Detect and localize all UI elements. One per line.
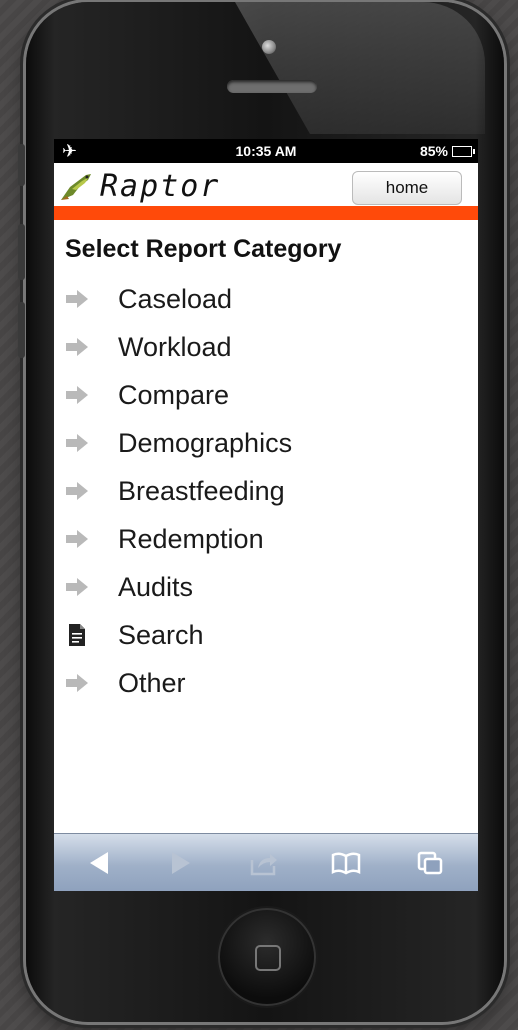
home-button[interactable]: home <box>352 171 462 205</box>
status-bar: ✈ 10:35 AM 85% <box>54 139 478 163</box>
document-icon <box>69 624 85 646</box>
arrow-right-icon <box>66 434 88 452</box>
menu-item-other[interactable]: Other <box>54 659 478 707</box>
menu-item-workload[interactable]: Workload <box>54 323 478 371</box>
earpiece-speaker <box>227 80 317 93</box>
menu-item-label: Demographics <box>118 428 293 458</box>
screen: ✈ 10:35 AM 85% Raptor home Select Report… <box>54 139 478 891</box>
forward-icon[interactable] <box>164 848 196 878</box>
battery-indicator: 85% <box>419 139 475 163</box>
menu-item-breastfeeding[interactable]: Breastfeeding <box>54 467 478 515</box>
share-icon[interactable] <box>248 848 280 878</box>
menu-item-label: Breastfeeding <box>118 476 285 506</box>
battery-icon <box>452 145 475 157</box>
arrow-right-icon <box>66 290 88 308</box>
battery-percent: 85% <box>419 143 448 159</box>
back-icon[interactable] <box>84 848 116 878</box>
mute-switch <box>18 144 25 186</box>
logo-text: Raptor <box>100 169 221 204</box>
raptor-logo: Raptor <box>58 169 220 204</box>
arrow-right-icon <box>66 386 88 404</box>
front-camera <box>262 40 276 54</box>
status-time: 10:35 AM <box>235 143 297 159</box>
menu-item-label: Workload <box>118 332 232 362</box>
arrow-right-icon <box>66 338 88 356</box>
menu-item-label: Audits <box>118 572 194 602</box>
menu-item-label: Redemption <box>118 524 264 554</box>
bird-logo-icon <box>61 173 91 200</box>
arrow-right-icon <box>66 578 88 596</box>
menu-item-label: Caseload <box>118 284 233 314</box>
browser-toolbar <box>54 833 478 891</box>
arrow-right-icon <box>66 530 88 548</box>
menu-item-demographics[interactable]: Demographics <box>54 419 478 467</box>
menu-item-compare[interactable]: Compare <box>54 371 478 419</box>
tabs-icon[interactable] <box>414 848 446 878</box>
menu-item-audits[interactable]: Audits <box>54 563 478 611</box>
hardware-home-button[interactable] <box>218 908 316 1006</box>
menu-item-label: Compare <box>118 380 230 410</box>
menu-item-redemption[interactable]: Redemption <box>54 515 478 563</box>
menu-item-caseload[interactable]: Caseload <box>54 275 478 323</box>
home-square-icon <box>255 945 281 971</box>
volume-up-button <box>18 224 25 280</box>
arrow-right-icon <box>66 482 88 500</box>
volume-down-button <box>18 302 25 358</box>
page-title: Select Report Category <box>65 235 342 263</box>
header-accent-bar <box>54 206 478 220</box>
bookmarks-icon[interactable] <box>330 848 362 878</box>
menu-item-search[interactable]: Search <box>54 611 478 659</box>
menu-item-label: Search <box>118 620 204 650</box>
report-category-list: Caseload Workload Compare Demographics B… <box>54 275 478 707</box>
arrow-right-icon <box>66 674 88 692</box>
menu-item-label: Other <box>118 668 186 698</box>
